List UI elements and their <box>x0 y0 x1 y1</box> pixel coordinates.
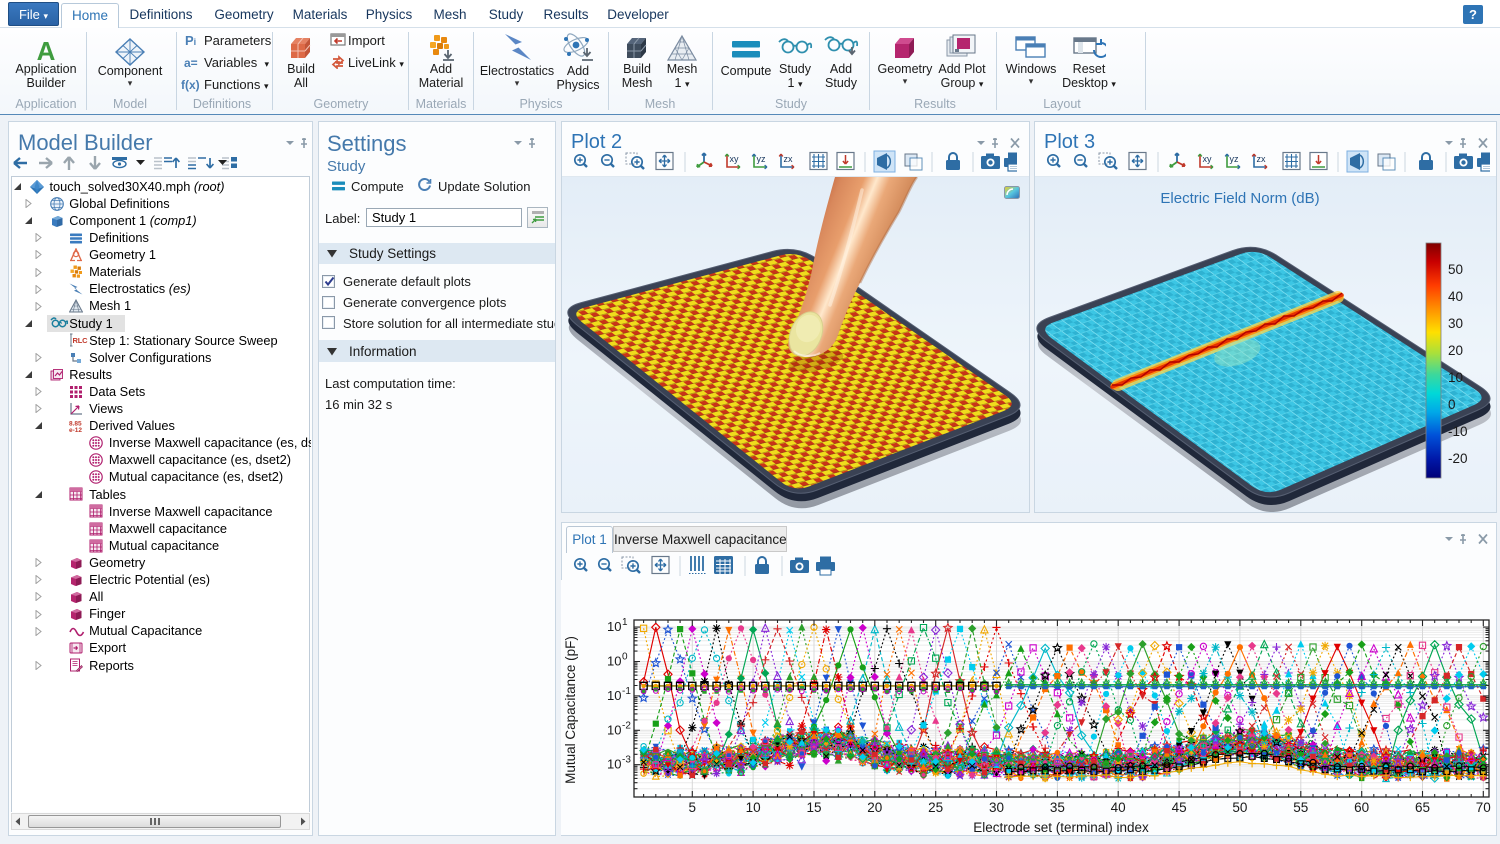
svg-text:10: 10 <box>607 688 621 703</box>
svg-text:55: 55 <box>1293 800 1308 815</box>
svg-text:-1: -1 <box>622 686 631 697</box>
svg-text:40: 40 <box>1111 800 1126 815</box>
svg-text:30: 30 <box>1448 316 1463 331</box>
svg-text:50: 50 <box>1448 262 1463 277</box>
svg-text:-2: -2 <box>622 720 631 731</box>
svg-text:20: 20 <box>1448 343 1463 358</box>
svg-text:Mutual Capacitance (pF): Mutual Capacitance (pF) <box>563 636 578 784</box>
svg-text:xy: xy <box>730 154 740 164</box>
svg-text:10: 10 <box>607 757 621 772</box>
svg-text:0: 0 <box>1448 397 1456 412</box>
svg-text:40: 40 <box>1448 289 1463 304</box>
svg-text:5: 5 <box>689 800 697 815</box>
svg-text:xy: xy <box>1203 154 1213 164</box>
svg-text:70: 70 <box>1476 800 1491 815</box>
svg-text:10: 10 <box>1448 370 1463 385</box>
svg-text:yz: yz <box>1230 154 1240 164</box>
svg-text:65: 65 <box>1415 800 1430 815</box>
svg-text:10: 10 <box>607 722 621 737</box>
svg-text:25: 25 <box>928 800 943 815</box>
svg-text:60: 60 <box>1354 800 1369 815</box>
svg-text:-20: -20 <box>1448 451 1468 466</box>
svg-text:-10: -10 <box>1448 424 1468 439</box>
svg-text:20: 20 <box>867 800 882 815</box>
svg-text:10: 10 <box>607 619 621 634</box>
svg-text:yz: yz <box>757 154 767 164</box>
svg-text:15: 15 <box>806 800 821 815</box>
svg-text:zx: zx <box>784 154 794 164</box>
svg-text:zx: zx <box>1257 154 1267 164</box>
svg-text:1: 1 <box>622 617 628 628</box>
svg-text:10: 10 <box>607 654 621 669</box>
svg-text:45: 45 <box>1172 800 1187 815</box>
svg-text:30: 30 <box>989 800 1004 815</box>
svg-text:Electrode set (terminal) index: Electrode set (terminal) index <box>973 820 1149 835</box>
svg-text:0: 0 <box>622 652 628 663</box>
svg-text:50: 50 <box>1232 800 1247 815</box>
svg-text:-3: -3 <box>622 755 631 766</box>
svg-text:35: 35 <box>1050 800 1065 815</box>
svg-text:10: 10 <box>746 800 761 815</box>
